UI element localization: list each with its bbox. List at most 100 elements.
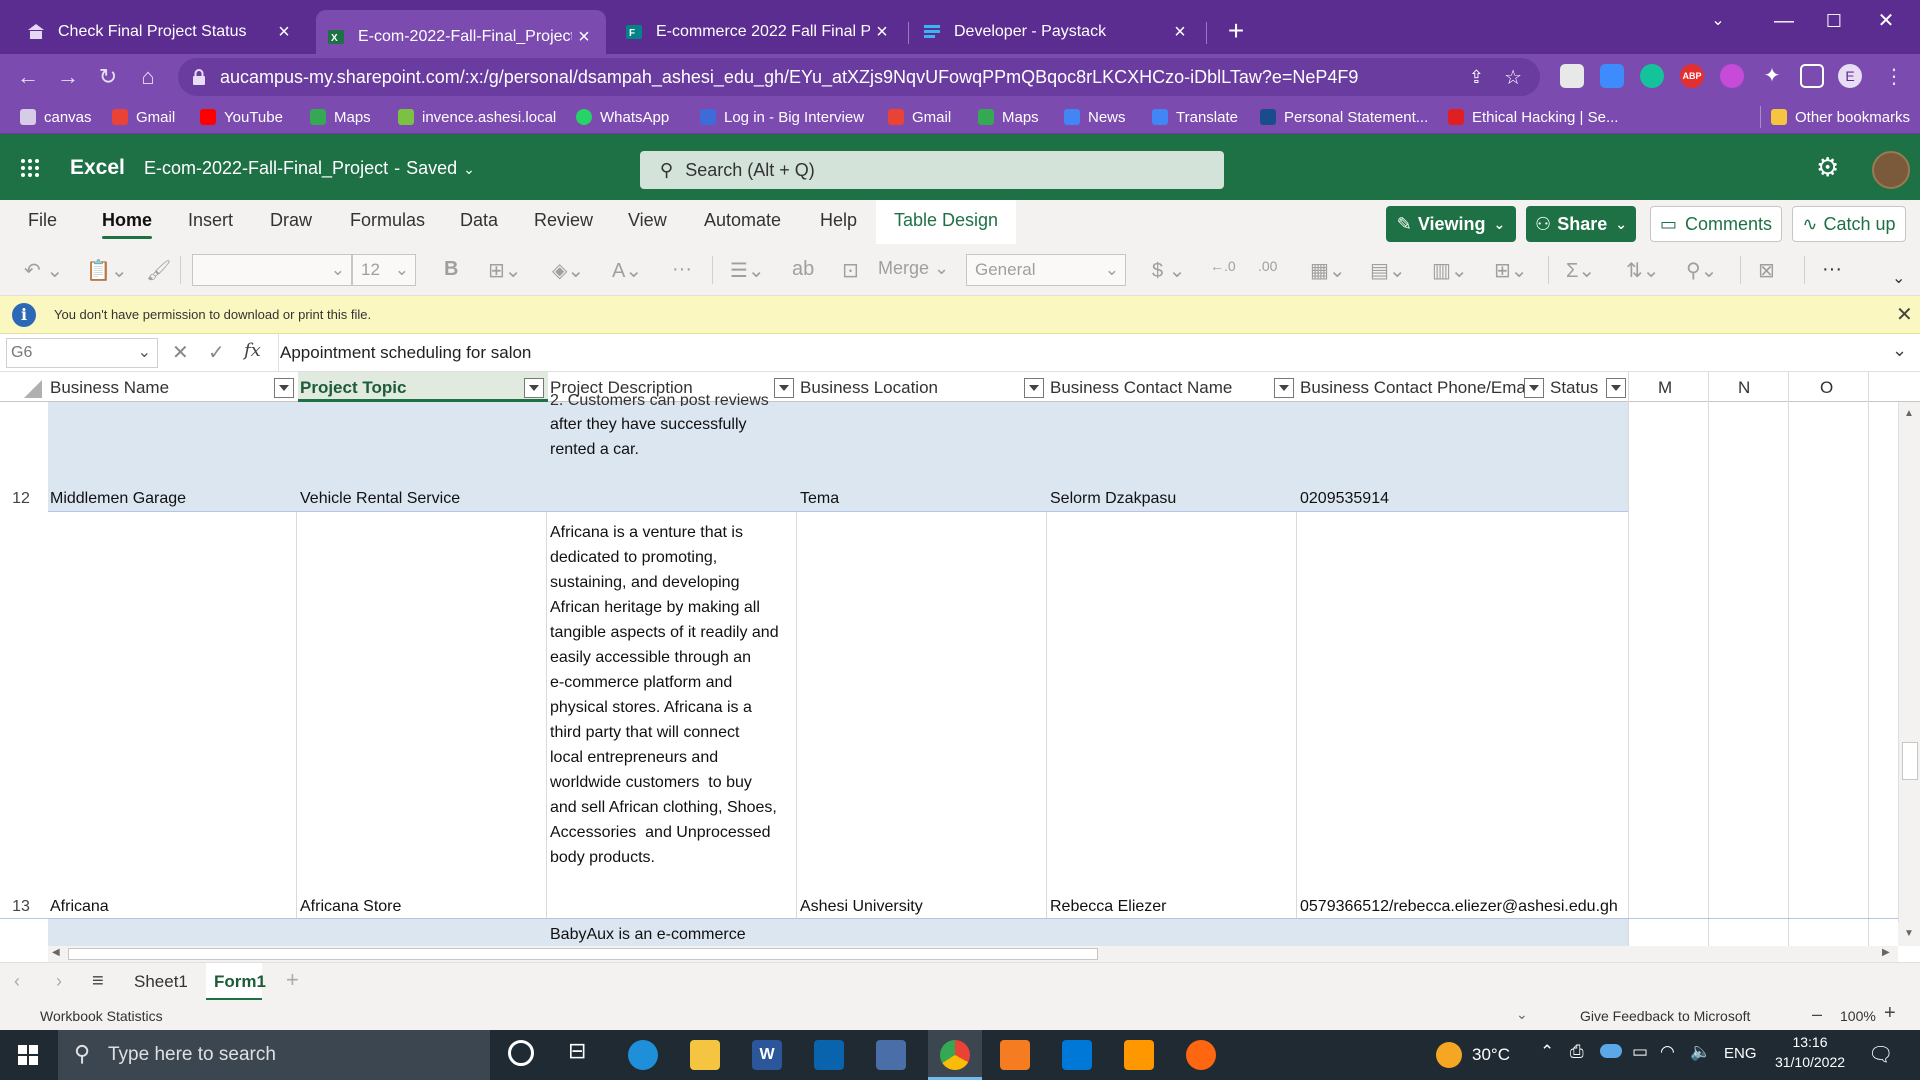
- mail-icon[interactable]: [814, 1040, 844, 1070]
- taskbar-search[interactable]: ⚲ Type here to search: [58, 1030, 490, 1080]
- share-button[interactable]: ⚇ Share ⌄: [1526, 206, 1636, 242]
- select-all-corner[interactable]: [24, 380, 42, 398]
- browser-menu-icon[interactable]: ⋮: [1878, 62, 1910, 92]
- more-font-options-icon[interactable]: ···: [672, 258, 692, 281]
- horizontal-scrollbar[interactable]: ◀ ▶: [48, 946, 1898, 962]
- user-avatar[interactable]: [1872, 151, 1910, 189]
- bookmark-big-interview[interactable]: Log in - Big Interview: [700, 106, 864, 128]
- decrease-decimal-icon[interactable]: ←.0: [1210, 258, 1236, 274]
- close-tab-icon[interactable]: ×: [1168, 21, 1192, 44]
- table-row[interactable]: [48, 918, 1628, 946]
- maximize-icon[interactable]: ☐: [1814, 6, 1854, 36]
- scroll-down-icon[interactable]: ▼: [1898, 922, 1920, 946]
- filter-dropdown-icon[interactable]: [1024, 378, 1044, 398]
- tab-insert[interactable]: Insert: [188, 210, 233, 231]
- increase-decimal-icon[interactable]: .00: [1258, 258, 1277, 274]
- cell-location[interactable]: Tema: [800, 490, 839, 508]
- font-name-box[interactable]: ⌄: [192, 254, 352, 286]
- chrome-icon[interactable]: [940, 1040, 970, 1070]
- bookmark-personal-statement[interactable]: Personal Statement...: [1260, 106, 1428, 128]
- tab-forms[interactable]: F E-commerce 2022 Fall Final Project ×: [614, 12, 904, 52]
- tab-draw[interactable]: Draw: [270, 210, 312, 231]
- battery-icon[interactable]: ▭: [1632, 1042, 1648, 1062]
- vpn-extension-icon[interactable]: [1720, 64, 1744, 88]
- zoom-out-icon[interactable]: –: [1812, 1004, 1822, 1025]
- doc-extension-icon[interactable]: [1560, 64, 1584, 88]
- bold-button[interactable]: B: [444, 258, 458, 281]
- filter-dropdown-icon[interactable]: [1606, 378, 1626, 398]
- close-notice-icon[interactable]: ✕: [1896, 302, 1913, 327]
- cell-project-topic[interactable]: Africana Store: [300, 898, 401, 916]
- tab-help[interactable]: Help: [820, 210, 857, 231]
- clock[interactable]: 13:16 31/10/2022: [1770, 1034, 1850, 1070]
- find-icon[interactable]: ⚲⌄: [1686, 258, 1717, 283]
- sublime-icon[interactable]: [1124, 1040, 1154, 1070]
- scroll-left-icon[interactable]: ◀: [52, 947, 60, 958]
- number-format-box[interactable]: General ⌄: [966, 254, 1126, 286]
- vertical-scrollbar[interactable]: ▲: [1898, 402, 1920, 946]
- format-painter-icon[interactable]: 🖌: [146, 258, 171, 283]
- sheet-tab-sheet1[interactable]: Sheet1: [134, 972, 188, 992]
- onedrive-icon[interactable]: [1600, 1044, 1622, 1058]
- name-box[interactable]: G6 ⌄: [6, 338, 158, 368]
- cell-contact-name[interactable]: Rebecca Eliezer: [1050, 898, 1167, 916]
- all-sheets-menu-icon[interactable]: ≡: [92, 970, 104, 993]
- font-color-icon[interactable]: A⌄: [612, 258, 642, 283]
- tab-search-chevron-icon[interactable]: ⌄: [1698, 6, 1738, 36]
- tab-check-final-project-status[interactable]: Check Final Project Status ×: [16, 12, 306, 52]
- word-icon[interactable]: W: [752, 1040, 782, 1070]
- bookmark-whatsapp[interactable]: WhatsApp: [576, 106, 669, 128]
- bookmark-maps-2[interactable]: Maps: [978, 106, 1039, 128]
- cortana-icon[interactable]: [508, 1040, 534, 1066]
- cell-description[interactable]: after they have successfully rented a ca…: [550, 412, 747, 462]
- header-business-contact-name[interactable]: Business Contact Name: [1050, 372, 1232, 402]
- profile-avatar[interactable]: E: [1838, 64, 1862, 88]
- weather-icon[interactable]: [1436, 1042, 1462, 1068]
- filter-dropdown-icon[interactable]: [774, 378, 794, 398]
- insert-cells-icon[interactable]: ⊞⌄: [1494, 258, 1528, 283]
- function-icon[interactable]: fx: [244, 340, 261, 361]
- new-tab-icon[interactable]: +: [1216, 16, 1256, 46]
- tray-chevron-icon[interactable]: ⌃: [1540, 1042, 1554, 1062]
- store-icon[interactable]: [876, 1040, 906, 1070]
- bookmark-youtube[interactable]: YouTube: [200, 106, 283, 128]
- zoom-extension-icon[interactable]: [1600, 64, 1624, 88]
- close-window-icon[interactable]: ✕: [1866, 6, 1906, 36]
- paste-icon[interactable]: 📋⌄: [86, 258, 128, 283]
- font-size-box[interactable]: 12 ⌄: [352, 254, 416, 286]
- chevron-down-icon[interactable]: ⌄: [1516, 1006, 1528, 1023]
- home-icon[interactable]: ⌂: [132, 62, 164, 92]
- cell-description[interactable]: BabyAux is an e-commerce: [550, 922, 746, 946]
- cell-description[interactable]: Africana is a venture that is dedicated …: [550, 520, 779, 870]
- tab-home[interactable]: Home: [102, 210, 153, 239]
- cell-styles-icon[interactable]: ▥⌄: [1432, 258, 1468, 283]
- header-business-name[interactable]: Business Name: [50, 372, 169, 402]
- cell-contact[interactable]: 0579366512/rebecca.eliezer@ashesi.edu.gh: [1300, 898, 1618, 916]
- borders-icon[interactable]: ⊞⌄: [488, 258, 522, 283]
- network-devices-icon[interactable]: ⎙: [1570, 1042, 1584, 1062]
- xampp-icon[interactable]: [1000, 1040, 1030, 1070]
- notifications-icon[interactable]: 🗨: [1868, 1042, 1893, 1067]
- settings-gear-icon[interactable]: ⚙: [1816, 152, 1839, 183]
- undo-icon[interactable]: ↶ ⌄: [24, 258, 63, 283]
- expand-formula-icon[interactable]: ⌄: [1892, 340, 1907, 361]
- scroll-thumb[interactable]: [1902, 742, 1918, 780]
- currency-button[interactable]: $ ⌄: [1152, 258, 1185, 283]
- viewing-button[interactable]: ✎ Viewing ⌄: [1386, 206, 1516, 242]
- cell-location[interactable]: Ashesi University: [800, 898, 923, 916]
- conditional-format-icon[interactable]: ▦⌄: [1310, 258, 1346, 283]
- back-icon[interactable]: ←: [12, 62, 44, 92]
- wifi-icon[interactable]: ◠: [1660, 1042, 1675, 1062]
- tab-automate[interactable]: Automate: [704, 210, 781, 231]
- zoom-in-icon[interactable]: +: [1884, 1002, 1896, 1025]
- bookmark-ethical-hacking[interactable]: Ethical Hacking | Se...: [1448, 106, 1618, 128]
- forward-icon[interactable]: →: [52, 62, 84, 92]
- row-number[interactable]: 12: [0, 490, 42, 508]
- more-options-icon[interactable]: ···: [1822, 258, 1842, 281]
- catch-up-button[interactable]: ∿ Catch up: [1792, 206, 1906, 242]
- tab-data[interactable]: Data: [460, 210, 498, 231]
- grammarly-icon[interactable]: [1640, 64, 1664, 88]
- scroll-thumb[interactable]: [68, 948, 1098, 960]
- side-panel-icon[interactable]: [1800, 64, 1824, 88]
- search-box[interactable]: ⚲ Search (Alt + Q): [640, 151, 1224, 189]
